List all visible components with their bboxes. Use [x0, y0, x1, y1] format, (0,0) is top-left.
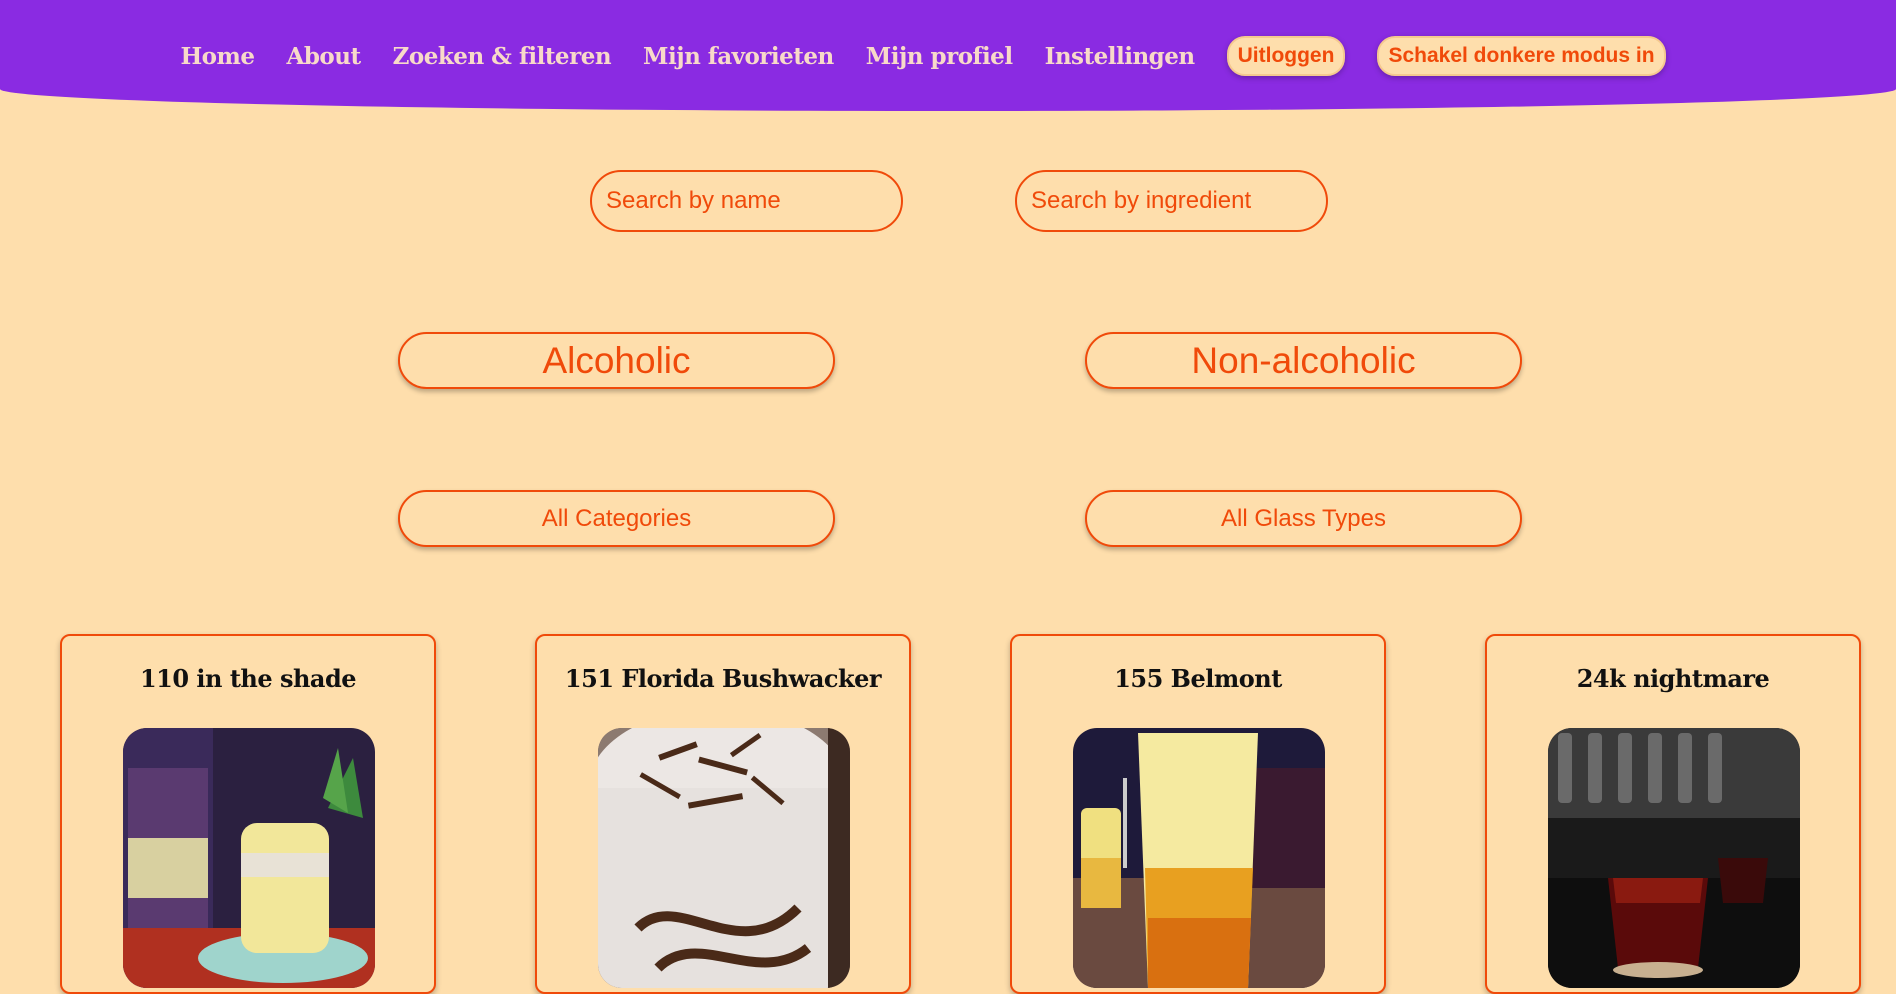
dark-mode-toggle-button[interactable]: Schakel donkere modus in	[1377, 36, 1666, 76]
nav-link-search-filter[interactable]: Zoeken & filteren	[393, 43, 612, 70]
nav-link-home[interactable]: Home	[180, 43, 255, 70]
cocktail-card-title: 24k nightmare	[1576, 664, 1770, 693]
cocktail-card[interactable]: 151 Florida Bushwacker	[535, 634, 911, 994]
cocktail-card-title: 110 in the shade	[139, 664, 357, 693]
glass-type-select[interactable]: All Glass Types	[1085, 490, 1522, 547]
nav-link-settings[interactable]: Instellingen	[1045, 43, 1196, 70]
cocktail-card[interactable]: 24k nightmare	[1485, 634, 1861, 994]
cocktail-card[interactable]: 110 in the shade	[60, 634, 436, 994]
cocktail-card[interactable]: 155 Belmont	[1010, 634, 1386, 994]
nav-link-profile[interactable]: Mijn profiel	[866, 43, 1013, 70]
cocktail-photo	[123, 728, 375, 988]
top-navigation-bar: Home About Zoeken & filteren Mijn favori…	[0, 0, 1896, 111]
cocktail-photo	[598, 728, 850, 988]
cocktail-card-title: 151 Florida Bushwacker	[564, 664, 882, 693]
cocktail-photo	[1073, 728, 1325, 988]
search-by-ingredient-input[interactable]	[1015, 170, 1328, 232]
main-nav: Home About Zoeken & filteren Mijn favori…	[0, 36, 1896, 76]
logout-button[interactable]: Uitloggen	[1226, 36, 1346, 76]
non-alcoholic-filter-button[interactable]: Non-alcoholic	[1085, 332, 1522, 389]
search-by-name-input[interactable]	[590, 170, 903, 232]
category-select[interactable]: All Categories	[398, 490, 835, 547]
nav-link-favorites[interactable]: Mijn favorieten	[643, 43, 834, 70]
cocktail-card-title: 155 Belmont	[1114, 664, 1282, 693]
cocktail-photo	[1548, 728, 1800, 988]
nav-link-about[interactable]: About	[286, 43, 361, 70]
alcoholic-filter-button[interactable]: Alcoholic	[398, 332, 835, 389]
